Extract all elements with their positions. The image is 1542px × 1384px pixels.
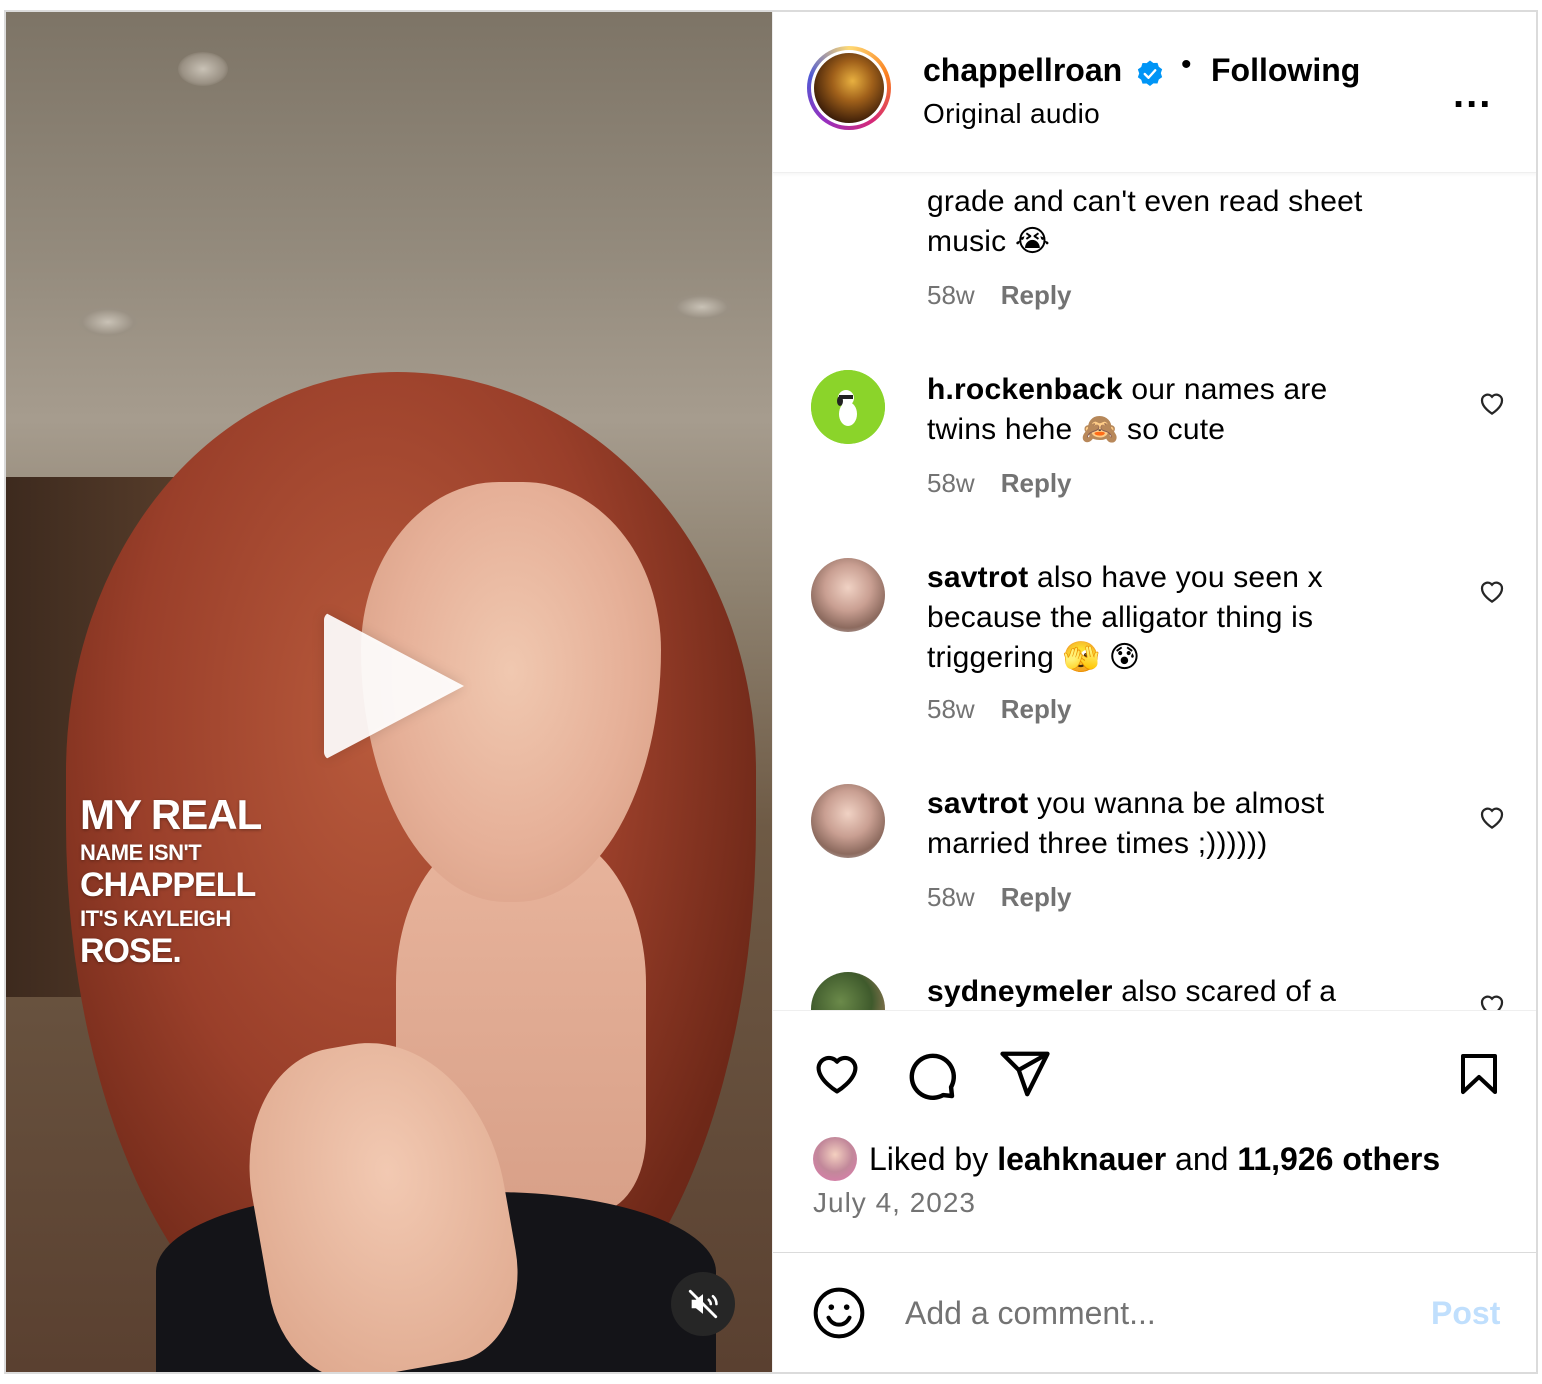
like-comment-heart-icon[interactable] xyxy=(1477,576,1507,606)
reel-video[interactable]: MY REAL NAME ISN'T CHAPPELL IT'S KAYLEIG… xyxy=(6,12,772,1372)
comment-body: also have you seen x xyxy=(1028,561,1323,594)
post-comment-button[interactable]: Post xyxy=(1431,1295,1500,1332)
comment-age: 58w xyxy=(927,882,975,912)
header-separator: • xyxy=(1181,48,1192,81)
liked-by-line: Liked by leahknauer and 11,926 others xyxy=(813,1137,1440,1181)
comment-line: triggering 🫣 😰 xyxy=(927,641,1141,674)
comment-line: grade and can't even read sheet xyxy=(927,185,1363,218)
author-username[interactable]: chappellroan xyxy=(923,52,1122,89)
ceiling-light xyxy=(178,52,228,86)
like-comment-heart-icon[interactable] xyxy=(1477,990,1507,1010)
ceiling-light xyxy=(78,307,138,337)
comment-composer: Add a comment... Post xyxy=(773,1252,1536,1372)
commenter-avatar[interactable] xyxy=(811,784,885,858)
save-bookmark-icon[interactable] xyxy=(1455,1047,1503,1101)
author-avatar[interactable] xyxy=(807,46,891,130)
audio-link[interactable]: Original audio xyxy=(923,98,1100,130)
comment-username[interactable]: sydneymeler xyxy=(927,975,1113,1008)
like-comment-heart-icon[interactable] xyxy=(1477,388,1507,418)
post-dialog: MY REAL NAME ISN'T CHAPPELL IT'S KAYLEIG… xyxy=(4,10,1538,1374)
post-sidebar: chappellroan • Following Original audio … xyxy=(772,12,1536,1372)
overlay-line: CHAPPELL xyxy=(80,866,256,904)
comment-line: savtrot you wanna be almost xyxy=(927,784,1397,824)
comment-line: because the alligator thing is xyxy=(927,601,1314,634)
comment-line: married three times ;)))))) xyxy=(927,827,1268,860)
comment-meta: 58w Reply xyxy=(927,694,1072,725)
overlay-line: ROSE. xyxy=(80,932,182,970)
share-send-icon[interactable] xyxy=(997,1047,1053,1101)
author-avatar-image xyxy=(814,53,884,123)
commenter-avatar[interactable] xyxy=(811,370,885,444)
comment-age: 58w xyxy=(927,468,975,498)
comment-bubble-icon[interactable] xyxy=(903,1047,959,1103)
reply-button[interactable]: Reply xyxy=(1001,882,1072,912)
play-icon[interactable] xyxy=(324,612,464,760)
reply-button[interactable]: Reply xyxy=(1001,280,1072,310)
comment-username[interactable]: savtrot xyxy=(927,561,1028,594)
video-caption-overlay: MY REAL NAME ISN'T CHAPPELL IT'S KAYLEIG… xyxy=(80,791,262,970)
comment-line: music 😭 xyxy=(927,225,1051,258)
liker-username[interactable]: leahknauer xyxy=(997,1141,1166,1178)
snoopy-avatar-icon xyxy=(811,370,885,444)
following-button[interactable]: Following xyxy=(1211,52,1360,89)
more-options-icon[interactable]: ... xyxy=(1453,74,1492,114)
post-actions: Liked by leahknauer and 11,926 others Ju… xyxy=(773,1010,1536,1251)
likes-count-link[interactable]: 11,926 others xyxy=(1237,1141,1440,1178)
comment-body: you wanna be almost xyxy=(1028,787,1325,820)
comment-text: grade and can't even read sheet music 😭 xyxy=(927,182,1397,262)
comment-text: savtrot also have you seen x because the… xyxy=(927,558,1397,678)
comment-text: sydneymeler also scared of a xyxy=(927,972,1397,1010)
verified-badge-icon xyxy=(1137,60,1163,86)
comment-age: 58w xyxy=(927,280,975,310)
overlay-line: IT'S KAYLEIGH xyxy=(80,906,231,931)
comment-body: also scared of a xyxy=(1112,975,1337,1008)
comment-text: h.rockenback our names are twins hehe 🙈 … xyxy=(927,370,1397,450)
emoji-picker-icon[interactable] xyxy=(811,1285,867,1341)
liked-by-and: and xyxy=(1166,1140,1238,1177)
comment-meta: 58w Reply xyxy=(927,280,1072,311)
comment-username[interactable]: h.rockenback xyxy=(927,373,1123,406)
reply-button[interactable]: Reply xyxy=(1001,468,1072,498)
post-date[interactable]: July 4, 2023 xyxy=(813,1187,976,1219)
comment-line: savtrot also have you seen x xyxy=(927,558,1397,598)
comment-text: savtrot you wanna be almost married thre… xyxy=(927,784,1397,864)
overlay-line: MY REAL xyxy=(80,791,262,838)
commenter-avatar[interactable] xyxy=(811,972,885,1010)
liker-avatar[interactable] xyxy=(813,1137,857,1181)
comment-username[interactable]: savtrot xyxy=(927,787,1028,820)
comment-meta: 58w Reply xyxy=(927,882,1072,913)
post-header: chappellroan • Following Original audio … xyxy=(773,12,1536,173)
overlay-line: NAME ISN'T xyxy=(80,840,202,865)
like-comment-heart-icon[interactable] xyxy=(1477,802,1507,832)
reply-button[interactable]: Reply xyxy=(1001,694,1072,724)
comments-list: grade and can't even read sheet music 😭 … xyxy=(773,172,1536,1010)
ceiling-light xyxy=(672,294,732,320)
mute-button[interactable] xyxy=(671,1272,735,1336)
comment-line: twins hehe 🙈 so cute xyxy=(927,413,1226,446)
add-comment-input[interactable]: Add a comment... xyxy=(905,1295,1156,1332)
comment-line: h.rockenback our names are xyxy=(927,370,1397,410)
comment-body: our names are xyxy=(1122,373,1328,406)
comment-line: sydneymeler also scared of a xyxy=(927,972,1397,1010)
speaker-muted-icon xyxy=(688,1289,718,1319)
comment-age: 58w xyxy=(927,694,975,724)
commenter-avatar[interactable] xyxy=(811,558,885,632)
like-heart-icon[interactable] xyxy=(809,1047,865,1099)
liked-by-prefix: Liked by xyxy=(869,1140,989,1177)
comment-meta: 58w Reply xyxy=(927,468,1072,499)
